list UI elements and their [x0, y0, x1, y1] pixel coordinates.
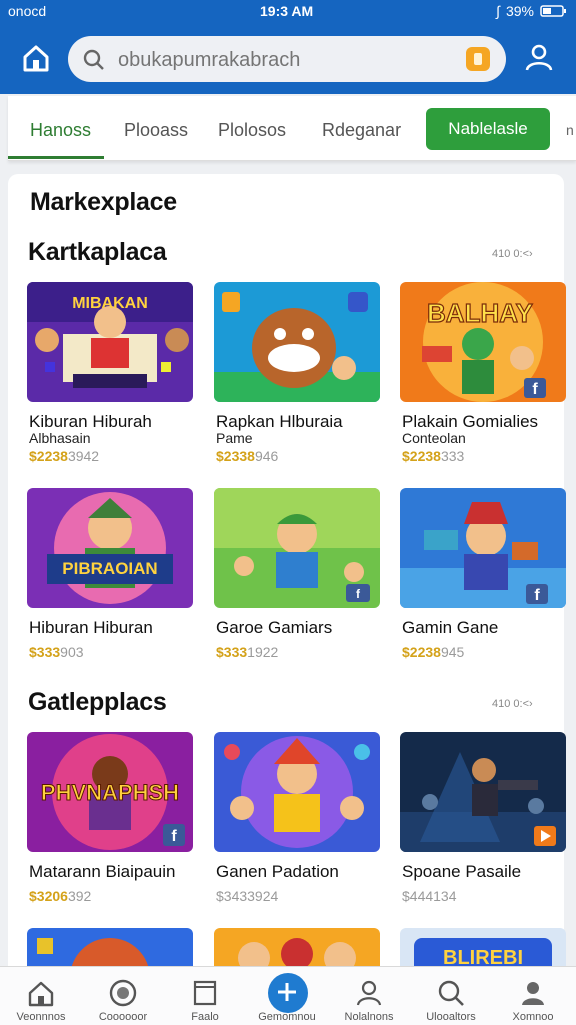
battery-icon — [540, 5, 566, 17]
game-thumbnail: PIBRAOIAN — [27, 488, 193, 608]
nav-label: Nolalnons — [344, 1011, 394, 1023]
game-price: $2238333 — [402, 448, 465, 464]
clock-label: 19:3 AM — [260, 3, 314, 19]
game-title: Gamin Gane — [402, 618, 499, 637]
game-title: Hiburan Hiburan — [29, 618, 153, 637]
nav-label: Coooooor — [98, 1011, 148, 1023]
app-bar — [0, 22, 576, 94]
nav-home[interactable]: Veonnnos — [0, 967, 82, 1025]
profile-icon[interactable] — [524, 42, 554, 72]
see-all-link[interactable]: 410 0:<› — [492, 248, 533, 260]
game-card[interactable]: BLIREBI — [400, 928, 566, 968]
game-price: $3206392 — [29, 888, 92, 904]
search-bar[interactable] — [68, 36, 506, 82]
game-thumbnail: BALHAY f — [400, 282, 566, 402]
nav-label: Gemomnou — [258, 1011, 316, 1023]
game-title: Rapkan Hlburaia — [216, 412, 343, 431]
nav-label: Faalo — [191, 1011, 219, 1023]
battery-percent: 39% — [505, 3, 534, 19]
svg-text:PHVNAPHSH: PHVNAPHSH — [41, 780, 179, 805]
page-title: Markexplace — [30, 188, 177, 216]
game-thumbnail: PHVNAPHSH f — [27, 732, 193, 852]
carrier-label: onocd — [8, 3, 47, 19]
bluetooth-icon: ∫ — [496, 3, 500, 19]
game-title: Garoe Gamiars — [216, 618, 333, 637]
svg-text:BALHAY: BALHAY — [427, 298, 533, 328]
game-card[interactable] — [27, 928, 193, 968]
game-title: Spoane Pasaile — [402, 862, 522, 881]
game-title: Kiburan Hiburah — [29, 412, 152, 431]
game-thumbnail: f — [400, 488, 566, 608]
tab-hanoss[interactable]: Hanoss — [30, 120, 91, 141]
nav-label: Veonnnos — [16, 1011, 66, 1023]
svg-text:BLIREBI: BLIREBI — [443, 947, 523, 968]
see-all-link[interactable]: 410 0:<› — [492, 698, 533, 710]
app-badge-icon[interactable] — [466, 47, 490, 71]
game-price: $22383942 — [29, 448, 100, 464]
search-icon — [438, 980, 464, 1006]
game-subtitle: Conteolan — [402, 430, 466, 446]
svg-text:f: f — [171, 828, 177, 845]
marketplace-panel: Markexplace Kartkaplaca 410 0:<› MIBAKAN… — [8, 174, 566, 1024]
bottom-navigation: Veonnnos Coooooor Faalo Gemomnou Nolalno… — [0, 966, 576, 1025]
nav-profile[interactable]: Xomnoo — [492, 967, 574, 1025]
category-tabs: Hanoss Plooass Plolosos Rdeganar Nablela… — [8, 96, 576, 161]
home-icon[interactable] — [20, 42, 52, 74]
game-thumbnail — [214, 732, 380, 852]
svg-text:MIBAKAN: MIBAKAN — [72, 295, 148, 312]
game-price: $3331922 — [216, 644, 279, 660]
game-thumbnail: BLIREBI — [400, 928, 566, 968]
game-thumbnail: MIBAKAN — [27, 282, 193, 402]
section-title: Kartkaplaca — [28, 238, 167, 266]
nav-create[interactable]: Gemomnou — [246, 967, 328, 1025]
tab-overflow[interactable]: n — [566, 122, 574, 138]
nav-library[interactable]: Faalo — [164, 967, 246, 1025]
search-input[interactable] — [116, 46, 450, 74]
home-icon — [28, 981, 54, 1007]
game-thumbnail — [214, 282, 380, 402]
tab-action-button[interactable]: Nablelasle — [426, 108, 550, 150]
tab-rdeganar[interactable]: Rdeganar — [322, 120, 401, 141]
nav-explore[interactable]: Coooooor — [82, 967, 164, 1025]
game-subtitle: Albhasain — [29, 430, 91, 446]
game-thumbnail: f — [214, 488, 380, 608]
status-icons: ∫ 39% — [496, 3, 566, 19]
game-title: Plakain Gomialies — [402, 412, 539, 431]
active-tab-indicator — [8, 156, 104, 159]
game-price: $2338946 — [216, 448, 279, 464]
game-title: Ganen Padation — [216, 862, 339, 881]
status-bar: onocd 19:3 AM ∫ 39% — [0, 0, 576, 22]
svg-text:f: f — [532, 381, 538, 398]
profile-icon — [522, 982, 544, 1005]
nav-search[interactable]: Ulooaltors — [410, 967, 492, 1025]
game-subtitle: Pame — [216, 430, 253, 446]
tab-plooass[interactable]: Plooass — [124, 120, 188, 141]
game-price: $333903 — [29, 644, 84, 660]
nav-label: Ulooaltors — [426, 1011, 476, 1023]
game-thumbnail — [214, 928, 380, 968]
game-title: Matarann Biaipauin — [29, 862, 176, 881]
person-icon — [356, 980, 382, 1006]
game-thumbnail — [27, 928, 193, 968]
svg-text:PIBRAOIAN: PIBRAOIAN — [62, 559, 157, 578]
game-price: $2238945 — [402, 644, 465, 660]
book-icon — [193, 980, 217, 1006]
game-thumbnail — [400, 732, 566, 852]
nav-notifications[interactable]: Nolalnons — [328, 967, 410, 1025]
section-title: Gatlepplacs — [28, 688, 167, 716]
plus-icon — [278, 983, 296, 1001]
tab-plolosos[interactable]: Plolosos — [218, 120, 286, 141]
game-price: $3433924 — [216, 888, 279, 904]
search-icon — [83, 49, 104, 70]
svg-text:f: f — [534, 587, 540, 604]
game-price: $444134 — [402, 888, 457, 904]
nav-label: Xomnoo — [512, 1011, 554, 1023]
compass-icon — [109, 979, 137, 1007]
game-card[interactable] — [214, 928, 380, 968]
